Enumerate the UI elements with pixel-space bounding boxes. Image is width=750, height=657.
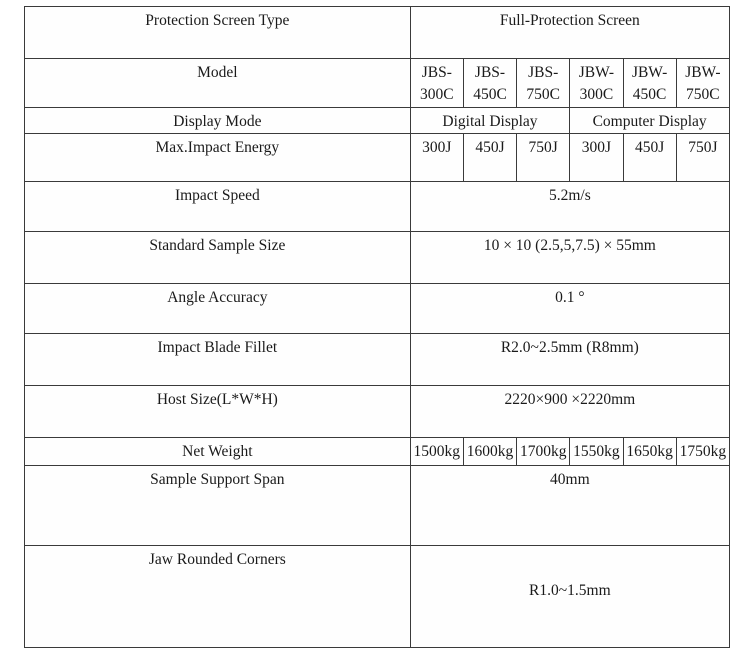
row-value-impact-speed: 5.2m/s <box>409 181 731 233</box>
cell-max-impact-energy-1: 300J <box>409 133 464 183</box>
cell-model-4: JBW-300C <box>569 58 624 108</box>
cell-max-impact-energy-3: 750J <box>516 133 571 183</box>
row-label-protection-screen-type: Protection Screen Type <box>24 6 411 59</box>
row-label-impact-blade-fillet: Impact Blade Fillet <box>24 333 411 387</box>
cell-net-weight-3: 1700kg <box>516 437 571 467</box>
row-label-net-weight: Net Weight <box>24 437 411 467</box>
cell-net-weight-6: 1750kg <box>675 437 731 467</box>
cell-max-impact-energy-2: 450J <box>462 133 518 183</box>
row-label-impact-speed: Impact Speed <box>24 181 411 233</box>
cell-display-mode-digital: Digital Display <box>409 106 571 135</box>
cell-model-1: JBS-300C <box>409 58 464 108</box>
table-row: Jaw Rounded Corners R1.0~1.5mm <box>24 545 731 649</box>
row-label-sample-support-span: Sample Support Span <box>24 465 411 547</box>
table-row: Impact Speed 5.2m/s <box>24 181 731 233</box>
cell-net-weight-5: 1650kg <box>622 437 677 467</box>
table-row: Impact Blade Fillet R2.0~2.5mm (R8mm) <box>24 333 731 387</box>
row-label-standard-sample-size: Standard Sample Size <box>24 231 411 285</box>
row-label-host-size: Host Size(L*W*H) <box>24 385 411 439</box>
table-row: Sample Support Span 40mm <box>24 465 731 547</box>
table-row: Display Mode Digital Display Computer Di… <box>24 106 730 135</box>
cell-model-3: JBS-750C <box>516 58 571 108</box>
table-row: Standard Sample Size 10 × 10 (2.5,5,7.5)… <box>24 231 731 285</box>
row-label-angle-accuracy: Angle Accuracy <box>24 283 411 335</box>
specification-table-container: Protection Screen Type Full-Protection S… <box>24 6 731 649</box>
cell-model-2: JBS-450C <box>462 58 518 108</box>
cell-model-6: JBW-750C <box>675 58 731 108</box>
row-label-display-mode: Display Mode <box>24 106 411 135</box>
table-row: Net Weight 1500kg 1600kg 1700kg 1550kg 1… <box>24 437 731 467</box>
row-value-impact-blade-fillet: R2.0~2.5mm (R8mm) <box>409 333 731 387</box>
specification-table: Protection Screen Type Full-Protection S… <box>24 6 731 649</box>
table-row: Protection Screen Type Full-Protection S… <box>24 6 731 59</box>
cell-net-weight-2: 1600kg <box>462 437 518 467</box>
table-row: Model JBS-300C JBS-450C JBS-750C JBW-300… <box>24 58 731 108</box>
row-label-model: Model <box>24 58 411 108</box>
cell-max-impact-energy-4: 300J <box>569 133 624 183</box>
row-value-host-size: 2220×900 ×2220mm <box>409 385 731 439</box>
table-row: Angle Accuracy 0.1 ° <box>24 283 731 335</box>
row-label-max-impact-energy: Max.Impact Energy <box>24 133 411 183</box>
row-value-angle-accuracy: 0.1 ° <box>409 283 731 335</box>
row-label-jaw-rounded-corners: Jaw Rounded Corners <box>24 545 411 649</box>
cell-model-5: JBW-450C <box>622 58 677 108</box>
cell-display-mode-computer: Computer Display <box>569 106 730 135</box>
row-value-standard-sample-size: 10 × 10 (2.5,5,7.5) × 55mm <box>409 231 731 285</box>
cell-net-weight-4: 1550kg <box>569 437 624 467</box>
table-row: Host Size(L*W*H) 2220×900 ×2220mm <box>24 385 731 439</box>
cell-max-impact-energy-6: 750J <box>675 133 731 183</box>
row-value-jaw-rounded-corners: R1.0~1.5mm <box>409 545 731 649</box>
cell-net-weight-1: 1500kg <box>409 437 464 467</box>
specification-table-body: Protection Screen Type Full-Protection S… <box>24 6 731 649</box>
row-value-sample-support-span: 40mm <box>409 465 731 547</box>
cell-max-impact-energy-5: 450J <box>622 133 677 183</box>
row-value-protection-screen-type: Full-Protection Screen <box>409 6 731 59</box>
table-row: Max.Impact Energy 300J 450J 750J 300J 45… <box>24 133 731 183</box>
